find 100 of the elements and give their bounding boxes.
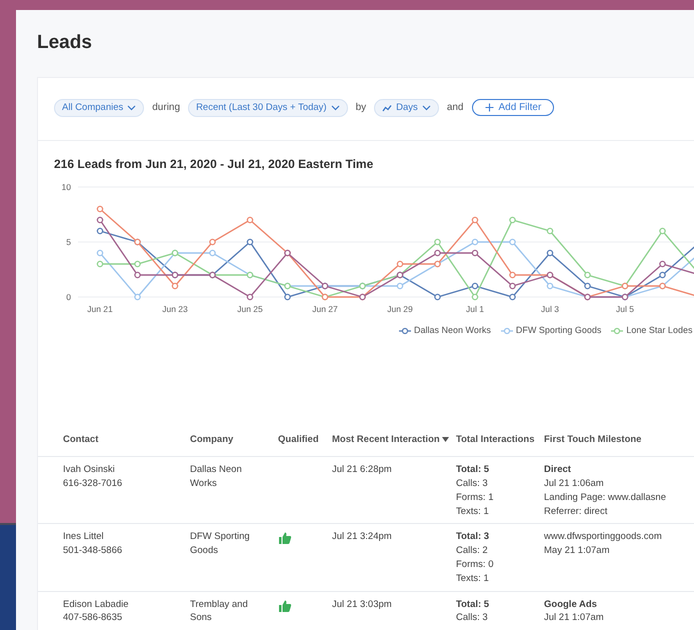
filter-dropdown[interactable]: Days — [374, 98, 439, 117]
interaction-count: Calls: 3 — [456, 476, 489, 491]
interaction-time: Jul 21 3:03pm — [332, 598, 393, 612]
contact-name: Ivah Osinski — [63, 463, 116, 477]
interaction-count: Calls: 2 — [456, 544, 489, 558]
total-count: Total: 5 — [456, 598, 490, 612]
page-title: Leads — [37, 32, 93, 55]
filter-connector-text: by — [356, 100, 366, 115]
filter-connector-text: and — [446, 100, 464, 115]
data-point — [584, 283, 591, 290]
data-point — [509, 239, 516, 246]
axis-label: Jun 27 — [312, 304, 338, 314]
interaction-count: Texts: 1 — [456, 504, 490, 518]
data-point — [472, 250, 478, 257]
data-point — [396, 283, 404, 290]
data-point — [96, 228, 104, 235]
sort-caret-icon — [442, 436, 450, 442]
data-point — [246, 239, 254, 246]
data-point — [209, 239, 216, 246]
data-point — [96, 206, 104, 213]
phone-number: 407-586-8635 — [63, 611, 124, 626]
company-name: Tremblay and Sons — [190, 598, 249, 626]
data-point — [396, 261, 404, 268]
interaction-count: Texts: 1 — [456, 572, 490, 586]
data-point — [546, 283, 554, 290]
phone-number: 616-328-7016 — [63, 476, 124, 491]
interaction-count: Forms: 1 — [456, 490, 494, 505]
interaction-time: Jul 21 6:28pm — [332, 463, 393, 477]
data-point — [659, 228, 666, 235]
caret-icon — [330, 104, 340, 112]
add-filter-button[interactable]: Add Filter — [472, 98, 554, 116]
trend-icon — [382, 104, 392, 112]
milestone-detail: Landing Page: www.dallasne — [544, 490, 668, 505]
contact-name: Ines Littel — [63, 530, 105, 544]
data-point — [246, 294, 254, 301]
data-point — [96, 217, 104, 224]
caret-icon — [127, 104, 136, 112]
total-count: Total: 3 — [456, 530, 490, 544]
data-point — [96, 261, 104, 268]
phone-number: 501-348-5866 — [63, 544, 124, 558]
milestone-detail: Jul 21 1:06am — [544, 476, 605, 491]
milestone-detail: www.dfwsportinggoods.com — [544, 530, 663, 544]
caret-icon — [422, 104, 431, 112]
data-point — [472, 217, 478, 224]
data-point — [134, 261, 141, 268]
data-point — [172, 283, 178, 290]
milestone-detail: Jul 21 1:07am — [544, 611, 605, 626]
data-point — [134, 294, 141, 301]
axis-label: 5 — [66, 237, 71, 248]
data-point — [509, 217, 516, 224]
interaction-time: Jul 21 3:24pm — [332, 530, 393, 544]
filter-connector-text: during — [152, 100, 180, 115]
legend-label: Dallas Neon Works — [414, 324, 491, 338]
data-point — [434, 250, 441, 257]
column-header: Contact — [38, 432, 190, 457]
total-count: Total: 5 — [456, 463, 490, 477]
data-point — [246, 217, 254, 224]
axis-label: Jun 21 — [87, 304, 113, 314]
data-point — [434, 294, 441, 301]
data-point — [509, 283, 516, 290]
data-point — [472, 294, 478, 301]
data-point — [584, 272, 591, 279]
column-header: Qualified — [278, 432, 332, 457]
axis-label: Jul 5 — [616, 304, 634, 314]
data-point — [209, 250, 216, 257]
milestone-detail: Referrer: direct — [544, 504, 608, 518]
data-point — [546, 228, 554, 235]
column-header[interactable]: Most Recent Interaction — [332, 432, 456, 457]
column-header: Total Interactions — [456, 432, 544, 457]
filter-dropdown[interactable]: All Companies — [54, 98, 144, 117]
legend-label: Lone Star Lodes — [626, 324, 692, 338]
contact-name: Edison Labadie — [63, 598, 130, 612]
axis-label: Jun 25 — [237, 304, 263, 314]
interaction-count: Calls: 3 — [456, 611, 489, 626]
axis-label: Jul 3 — [541, 304, 559, 314]
column-header: First Touch Milestone — [544, 432, 694, 457]
data-point — [509, 272, 516, 279]
milestone-detail: May 21 1:07am — [544, 544, 610, 558]
data-point — [472, 283, 478, 290]
data-point — [546, 250, 554, 257]
axis-label: Jun 29 — [387, 304, 413, 314]
axis-label: Jun 23 — [162, 304, 188, 314]
legend-label: DFW Sporting Goods — [516, 324, 602, 338]
plus-icon — [484, 102, 494, 112]
data-point — [284, 294, 291, 301]
filter-dropdown[interactable]: Recent (Last 30 Days + Today) — [188, 98, 348, 117]
axis-label: Jul 1 — [466, 304, 484, 314]
data-point — [96, 250, 104, 257]
data-point — [134, 272, 141, 279]
column-header: Company — [190, 432, 278, 457]
company-name: DFW Sporting Goods — [190, 530, 251, 558]
company-name: Dallas Neon Works — [190, 463, 243, 491]
milestone-source: Direct — [544, 463, 572, 477]
data-point — [659, 261, 666, 268]
axis-label: 0 — [66, 292, 71, 302]
interaction-count: Forms: 0 — [456, 558, 494, 572]
axis-label: 10 — [62, 182, 71, 192]
milestone-source: Google Ads — [544, 598, 598, 612]
data-point — [472, 239, 478, 246]
chart-title: 216 Leads from Jun 21, 2020 - Jul 21, 2020 Eastern Time — [54, 156, 374, 172]
